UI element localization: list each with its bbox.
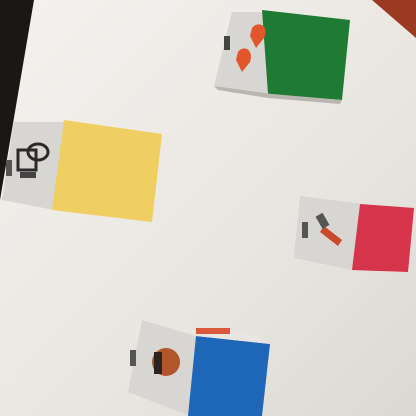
green-block-text-mark (224, 36, 230, 50)
photo-scene (0, 0, 416, 416)
blue-block-color-face (188, 336, 270, 416)
yellow-block-color-face (52, 120, 162, 222)
green-block-color-face (262, 10, 350, 100)
blue-block-top-mark (196, 328, 230, 334)
scene-svg (0, 0, 416, 416)
green-block[interactable] (214, 10, 350, 104)
yellow-block-text-mark (6, 160, 12, 176)
jar-icon (152, 348, 180, 376)
red-block[interactable] (294, 196, 414, 272)
red-block-text-mark (302, 222, 308, 238)
blue-block-text-mark (130, 350, 136, 366)
red-block-color-face (352, 204, 414, 272)
